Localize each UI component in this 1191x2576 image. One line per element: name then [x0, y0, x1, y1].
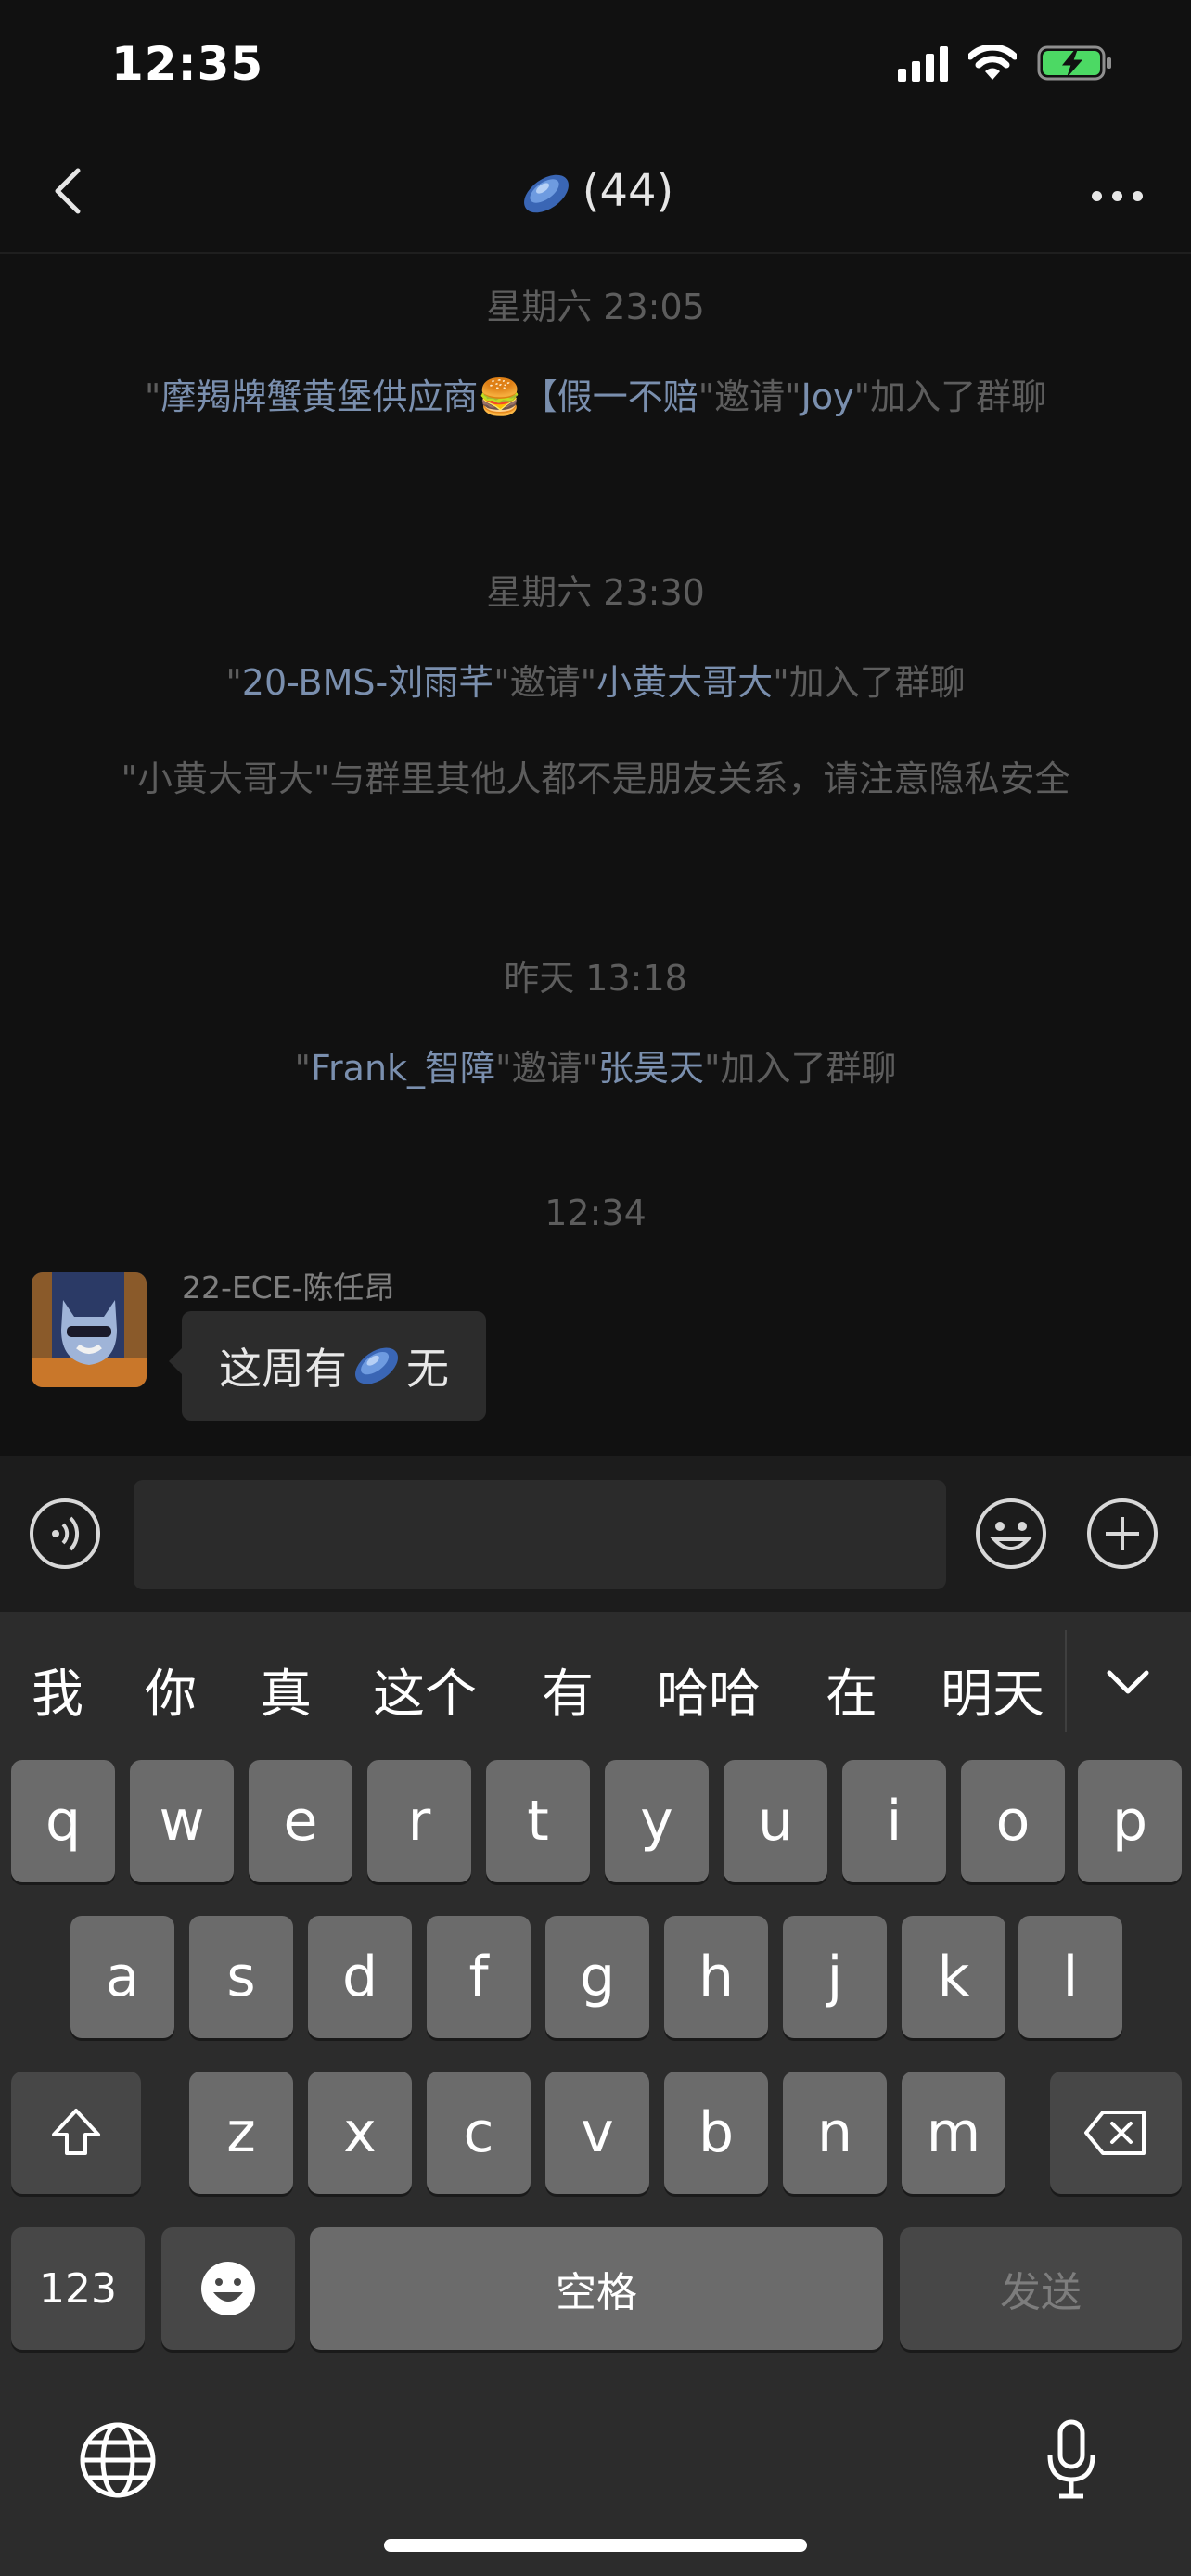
key-w[interactable]: w	[130, 1760, 234, 1882]
message-input[interactable]	[134, 1480, 946, 1589]
candidate-word[interactable]: 在	[826, 1652, 877, 1728]
send-key[interactable]: 发送	[900, 2227, 1182, 2350]
key-y[interactable]: y	[605, 1760, 709, 1882]
frisbee-disc-icon	[355, 1347, 398, 1384]
timestamp: 12:34	[544, 1192, 647, 1233]
candidate-word[interactable]: 有	[542, 1652, 594, 1728]
status-time: 12:35	[111, 37, 264, 91]
candidate-word[interactable]: 我	[32, 1652, 83, 1728]
inviter-name[interactable]: Frank_智障	[311, 1048, 495, 1089]
key-x[interactable]: x	[308, 2072, 412, 2194]
system-message: "20-BMS-刘雨芊"邀请"小黄大哥大"加入了群聊	[225, 662, 966, 703]
key-j[interactable]: j	[783, 1916, 887, 2038]
inviter-name[interactable]: 20-BMS-刘雨芊	[242, 662, 493, 703]
key-i[interactable]: i	[842, 1760, 946, 1882]
backspace-icon	[1084, 2111, 1146, 2155]
key-p[interactable]: p	[1078, 1760, 1182, 1882]
invitee-name[interactable]: 张昊天	[598, 1048, 704, 1089]
frisbee-disc-icon	[523, 174, 569, 213]
keyboard: 我 你 真 这个 有 哈哈 在 明天 q w e r t y u i o p a…	[0, 1612, 1191, 2576]
key-t[interactable]: t	[486, 1760, 590, 1882]
smiley-icon[interactable]	[974, 1497, 1048, 1571]
timestamp: 星期六 23:30	[486, 572, 705, 613]
microphone-icon[interactable]	[1030, 2418, 1113, 2502]
key-l[interactable]: l	[1018, 1916, 1122, 2038]
key-f[interactable]: f	[427, 1916, 531, 2038]
sender-avatar[interactable]	[32, 1272, 147, 1387]
space-key[interactable]: 空格	[310, 2227, 883, 2350]
status-bar: 12:35	[0, 0, 1191, 130]
shift-arrow-icon	[52, 2109, 100, 2155]
candidate-word[interactable]: 你	[145, 1652, 197, 1728]
globe-icon[interactable]	[76, 2418, 160, 2502]
key-v[interactable]: v	[545, 2072, 649, 2194]
candidate-word[interactable]: 哈哈	[657, 1652, 761, 1728]
key-n[interactable]: n	[783, 2072, 887, 2194]
timestamp: 昨天 13:18	[504, 958, 687, 999]
key-c[interactable]: c	[427, 2072, 531, 2194]
shift-key[interactable]	[11, 2072, 141, 2194]
input-bar	[0, 1456, 1191, 1612]
sender-name: 22-ECE-陈任昂	[182, 1269, 395, 1306]
nav-bar: (44)	[0, 139, 1191, 250]
battery-charging-icon	[1037, 45, 1111, 81]
inviter-name[interactable]: 摩羯牌蟹黄堡供应商🍔【假一不赔	[160, 376, 698, 417]
invitee-name[interactable]: Joy	[801, 376, 854, 417]
invitee-name[interactable]: 小黄大哥大	[596, 662, 773, 703]
emoji-smiley-icon	[201, 2262, 255, 2315]
key-z[interactable]: z	[189, 2072, 293, 2194]
group-title: (44)	[0, 165, 1191, 217]
key-k[interactable]: k	[902, 1916, 1005, 2038]
status-icons	[898, 45, 1113, 82]
key-o[interactable]: o	[961, 1760, 1065, 1882]
key-a[interactable]: a	[70, 1916, 174, 2038]
message-bubble[interactable]: 这周有 无	[169, 1311, 486, 1421]
privacy-notice: "小黄大哥大"与群里其他人都不是朋友关系，请注意隐私安全	[121, 759, 1070, 799]
numbers-key[interactable]: 123	[11, 2227, 145, 2350]
key-s[interactable]: s	[189, 1916, 293, 2038]
key-r[interactable]: r	[367, 1760, 471, 1882]
timestamp: 星期六 23:05	[486, 287, 705, 327]
more-options-icon[interactable]	[1092, 191, 1143, 201]
key-g[interactable]: g	[545, 1916, 649, 2038]
emoji-key[interactable]	[161, 2227, 295, 2350]
key-u[interactable]: u	[724, 1760, 827, 1882]
delete-key[interactable]	[1050, 2072, 1182, 2194]
candidate-word[interactable]: 明天	[941, 1652, 1044, 1728]
key-m[interactable]: m	[902, 2072, 1005, 2194]
chat-area[interactable]: 星期六 23:05 "摩羯牌蟹黄堡供应商🍔【假一不赔"邀请"Joy"加入了群聊 …	[0, 254, 1191, 1456]
candidate-divider	[1065, 1630, 1067, 1732]
plus-icon[interactable]	[1085, 1497, 1159, 1571]
voice-icon[interactable]	[28, 1497, 102, 1571]
cellular-signal-icon	[898, 45, 948, 82]
candidate-word[interactable]: 真	[260, 1652, 312, 1728]
key-h[interactable]: h	[664, 1916, 768, 2038]
key-b[interactable]: b	[664, 2072, 768, 2194]
system-message: "摩羯牌蟹黄堡供应商🍔【假一不赔"邀请"Joy"加入了群聊	[144, 376, 1047, 417]
member-count: (44)	[582, 165, 674, 217]
home-indicator[interactable]	[384, 2539, 807, 2552]
candidate-word[interactable]: 这个	[373, 1652, 477, 1728]
system-message: "Frank_智障"邀请"张昊天"加入了群聊	[294, 1048, 897, 1089]
key-d[interactable]: d	[308, 1916, 412, 2038]
chevron-down-icon[interactable]	[1102, 1656, 1154, 1708]
key-q[interactable]: q	[11, 1760, 115, 1882]
wifi-icon	[968, 45, 1017, 80]
candidate-bar: 我 你 真 这个 有 哈哈 在 明天	[0, 1612, 1191, 1760]
key-e[interactable]: e	[249, 1760, 352, 1882]
